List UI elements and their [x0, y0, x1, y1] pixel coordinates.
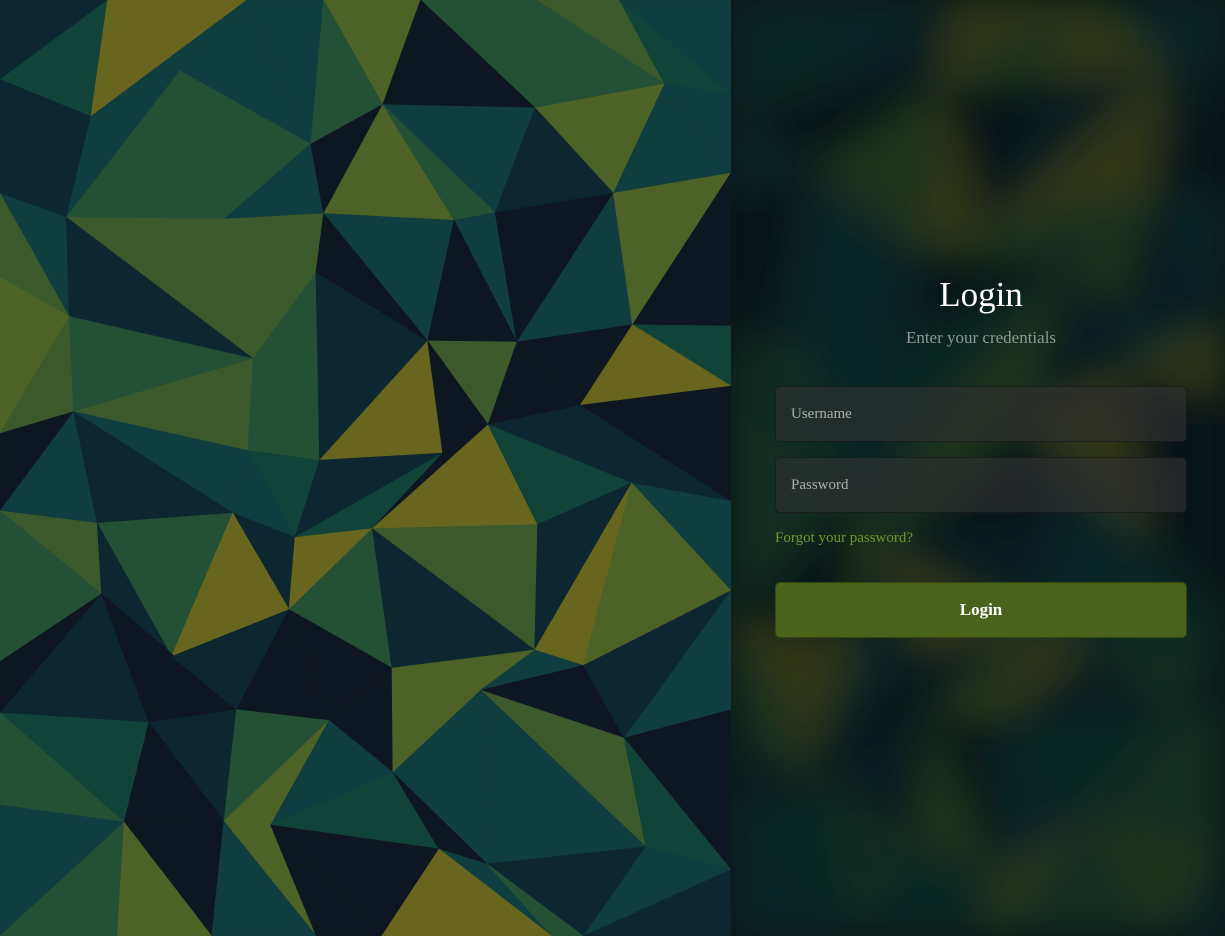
- forgot-password-link[interactable]: Forgot your password?: [775, 528, 913, 548]
- password-input[interactable]: [775, 457, 1187, 513]
- decorative-polygon-background: [0, 0, 731, 936]
- login-subtitle: Enter your credentials: [905, 328, 1057, 347]
- login-panel: Login Enter your credentials Forgot your…: [731, 0, 1225, 936]
- login-page: Login Enter your credentials Forgot your…: [0, 0, 1225, 936]
- login-button[interactable]: Login: [775, 582, 1187, 638]
- login-title: Login: [939, 275, 1023, 314]
- login-form: Login Enter your credentials Forgot your…: [775, 270, 1187, 638]
- username-input[interactable]: [775, 386, 1187, 442]
